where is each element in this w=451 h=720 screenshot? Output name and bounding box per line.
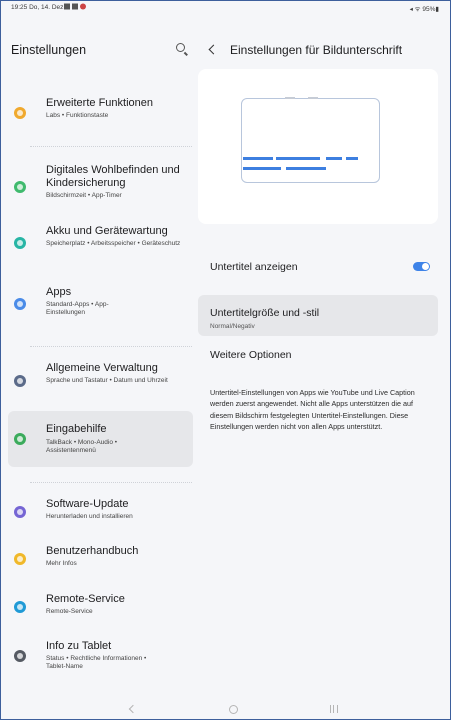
status-bar: 19:25 Do, 14. Dez. ◂ ᯤ 95%▮	[0, 0, 449, 14]
group-divider	[30, 146, 192, 147]
group-divider	[30, 346, 192, 347]
sidebar-item-label: Benutzerhandbuch	[46, 545, 139, 557]
user-manual-icon	[14, 553, 26, 565]
sidebar-item-subtitle: Labs • Funktionstaste	[46, 112, 109, 119]
sidebar-item-subtitle: Standard-Apps • App-Einstellungen	[46, 301, 109, 316]
software-update-icon	[14, 506, 26, 518]
wellbeing-icon	[14, 181, 26, 193]
more-options-label: Weitere Optionen	[210, 349, 292, 361]
info-icon	[14, 650, 26, 662]
notification-icons	[64, 3, 88, 13]
status-battery: ◂ ᯤ 95%▮	[409, 6, 439, 13]
sidebar-item-info-zu-tablet[interactable]: Info zu Tablet Status • Rechtliche Infor…	[8, 638, 193, 682]
sidebar-item-label: Akku und Gerätewartung	[46, 225, 168, 237]
sidebar-title: Einstellungen	[11, 43, 87, 57]
more-options-row[interactable]: Weitere Optionen	[198, 337, 438, 365]
sidebar-item-allgemeine-verwaltung[interactable]: Allgemeine Verwaltung Sprache und Tastat…	[8, 360, 193, 408]
preview-tab	[285, 97, 295, 99]
sidebar-item-subtitle: Status • Rechtliche Informationen • Tabl…	[46, 655, 147, 670]
sidebar-item-eingabehilfe[interactable]: Eingabehilfe TalkBack • Mono-Audio • Ass…	[8, 411, 193, 467]
sidebar-item-akku-geraetewartung[interactable]: Akku und Gerätewartung Speicherplatz • A…	[8, 223, 193, 271]
sidebar-item-apps[interactable]: Apps Standard-Apps • App-Einstellungen	[8, 284, 193, 332]
nav-back-icon[interactable]	[128, 704, 138, 714]
navigation-bar	[0, 704, 449, 720]
sidebar-item-erweiterte-funktionen[interactable]: Erweiterte Funktionen Labs • Funktionsta…	[8, 95, 193, 129]
show-captions-label: Untertitel anzeigen	[210, 261, 298, 273]
sidebar-item-label: Software-Update	[46, 498, 129, 510]
caption-info-text: Untertitel-Einstellungen von Apps wie Yo…	[210, 388, 415, 432]
sidebar-item-benutzerhandbuch[interactable]: Benutzerhandbuch Mehr Infos	[8, 543, 193, 577]
accessibility-icon	[14, 433, 26, 445]
caption-line	[346, 157, 358, 160]
status-time-date: 19:25 Do, 14. Dez.	[11, 4, 66, 11]
sidebar-item-subtitle: Speicherplatz • Arbeitsspeicher • Geräte…	[46, 240, 181, 247]
sidebar-item-label: Remote-Service	[46, 593, 125, 605]
remote-service-icon	[14, 601, 26, 613]
sidebar-item-label: Erweiterte Funktionen	[46, 97, 153, 109]
device-care-icon	[14, 237, 26, 249]
caption-line	[286, 167, 326, 170]
nav-recents-icon[interactable]	[330, 705, 338, 713]
star-icon	[14, 107, 26, 119]
show-captions-row[interactable]: Untertitel anzeigen	[198, 252, 438, 280]
group-divider	[30, 482, 192, 483]
back-arrow-icon[interactable]	[208, 44, 219, 55]
sidebar-item-subtitle: Sprache und Tastatur • Datum und Uhrzeit	[46, 377, 168, 384]
detail-header: Einstellungen für Bildunterschrift	[198, 40, 438, 62]
general-management-icon	[14, 375, 26, 387]
caption-size-style-value: Normal/Negativ	[210, 323, 255, 330]
preview-tab	[308, 97, 318, 99]
sidebar-item-subtitle: TalkBack • Mono-Audio • Assistentenmenü	[46, 439, 118, 454]
caption-preview	[198, 69, 438, 224]
sidebar-header: Einstellungen	[8, 40, 193, 62]
caption-size-style-row[interactable]: Untertitelgröße und -stil Normal/Negativ	[198, 295, 438, 336]
sidebar-item-software-update[interactable]: Software-Update Herunterladen und instal…	[8, 496, 193, 530]
sidebar-item-label: Apps	[46, 286, 72, 298]
sidebar-item-label: Digitales Wohlbefinden und Kindersicheru…	[46, 164, 180, 189]
show-captions-toggle[interactable]	[413, 262, 430, 271]
sidebar-item-subtitle: Remote-Service	[46, 608, 93, 615]
sidebar-item-subtitle: Bildschirmzeit • App-Timer	[46, 192, 122, 199]
apps-icon	[14, 298, 26, 310]
sidebar-item-digitales-wohlbefinden[interactable]: Digitales Wohlbefinden und Kindersicheru…	[8, 162, 193, 210]
caption-line	[326, 157, 342, 160]
caption-size-style-label: Untertitelgröße und -stil	[210, 307, 320, 319]
settings-sidebar: Einstellungen Erweiterte Funktionen Labs…	[8, 40, 193, 670]
preview-window-illustration	[241, 97, 380, 183]
sidebar-item-subtitle: Herunterladen und installieren	[46, 513, 133, 520]
nav-home-icon[interactable]	[229, 705, 238, 714]
sidebar-item-label: Info zu Tablet	[46, 640, 112, 652]
sidebar-item-subtitle: Mehr Infos	[46, 560, 77, 567]
caption-line	[243, 167, 281, 170]
page-title: Einstellungen für Bildunterschrift	[230, 43, 403, 57]
sidebar-item-label: Allgemeine Verwaltung	[46, 362, 158, 374]
caption-line	[243, 157, 273, 160]
sidebar-item-remote-service[interactable]: Remote-Service Remote-Service	[8, 591, 193, 625]
search-icon[interactable]	[176, 43, 185, 52]
caption-line	[276, 157, 320, 160]
sidebar-item-label: Eingabehilfe	[46, 423, 107, 435]
